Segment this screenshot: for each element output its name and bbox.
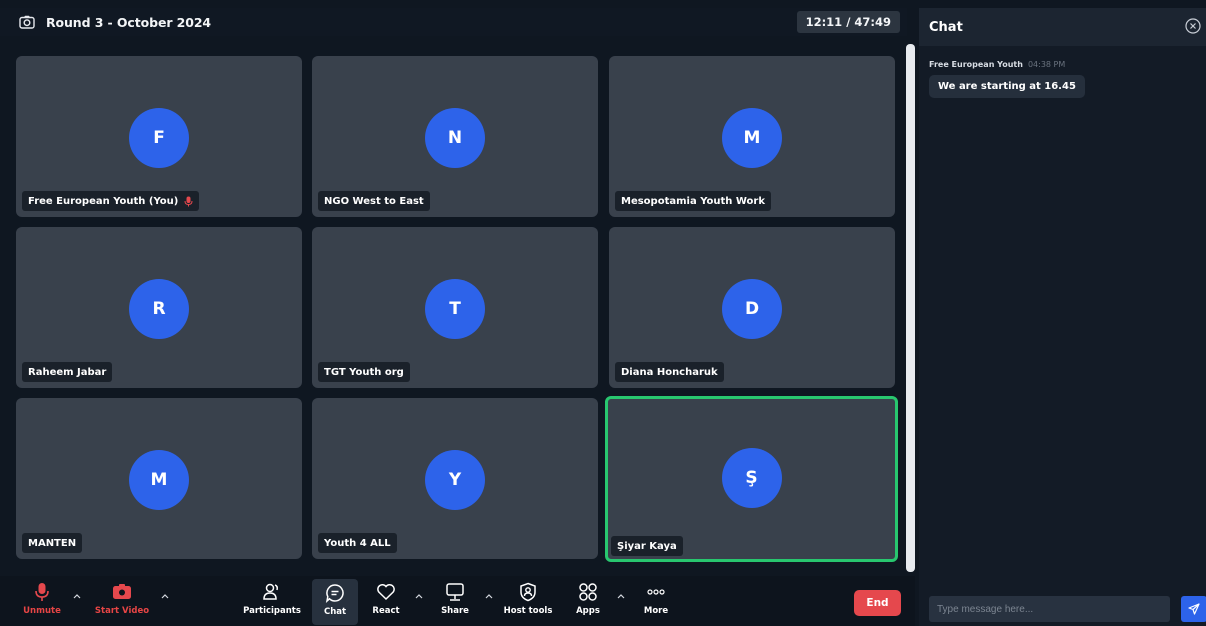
chat-message-meta: Free European Youth 04:38 PM xyxy=(929,60,1085,69)
participant-name: Youth 4 ALL xyxy=(324,537,391,549)
more-button[interactable]: More xyxy=(638,580,674,624)
share-screen-icon xyxy=(446,583,464,601)
meeting-timer: 12:11 / 47:49 xyxy=(796,11,900,33)
participants-icon xyxy=(263,583,278,600)
participant-avatar: T xyxy=(425,279,485,339)
react-button[interactable]: React xyxy=(368,580,404,624)
chat-button[interactable]: Chat xyxy=(312,579,358,625)
chat-title: Chat xyxy=(929,19,963,35)
chat-composer xyxy=(929,596,1206,622)
end-meeting-button[interactable]: End xyxy=(854,590,901,616)
participants-label: Participants xyxy=(243,606,301,616)
participant-tile[interactable]: N NGO West to East xyxy=(312,56,598,217)
participant-name: Şiyar Kaya xyxy=(617,540,677,552)
participant-tile[interactable]: D Diana Honcharuk xyxy=(609,227,895,388)
participant-name: MANTEN xyxy=(28,537,77,549)
chat-message-input[interactable] xyxy=(929,596,1170,622)
meeting-toolbar: Unmute Start Video Participants Chat Rea… xyxy=(0,576,915,626)
share-options-chevron-up-icon[interactable] xyxy=(484,591,494,601)
participant-tile[interactable]: M Mesopotamia Youth Work xyxy=(609,56,895,217)
more-dots-icon xyxy=(647,589,665,595)
chat-message-sender: Free European Youth xyxy=(929,60,1023,69)
participants-button[interactable]: Participants xyxy=(243,580,301,624)
meeting-window: Round 3 - October 2024 12:11 / 47:49 F F… xyxy=(0,0,1206,626)
chat-icon xyxy=(325,584,344,603)
participant-tile[interactable]: M MANTEN xyxy=(16,398,302,559)
participant-name: Mesopotamia Youth Work xyxy=(621,195,766,207)
share-button[interactable]: Share xyxy=(436,580,474,624)
participant-name-tag: Youth 4 ALL xyxy=(318,533,397,553)
muted-mic-icon xyxy=(184,196,193,206)
camera-icon[interactable] xyxy=(19,14,35,30)
video-grid: F Free European Youth (You) N NGO West t… xyxy=(16,56,898,562)
participant-avatar: Y xyxy=(425,450,485,510)
apps-options-chevron-up-icon[interactable] xyxy=(616,591,626,601)
apps-grid-icon xyxy=(579,583,597,601)
participant-tile[interactable]: F Free European Youth (You) xyxy=(16,56,302,217)
meeting-top-bar: Round 3 - October 2024 12:11 / 47:49 xyxy=(0,8,907,36)
audio-options-chevron-up-icon[interactable] xyxy=(72,591,82,601)
participant-name-tag: Raheem Jabar xyxy=(22,362,113,382)
participant-name-tag: Mesopotamia Youth Work xyxy=(615,191,772,211)
send-button[interactable] xyxy=(1181,596,1206,622)
share-label: Share xyxy=(441,606,469,616)
participant-avatar: N xyxy=(425,108,485,168)
video-grid-scrollbar[interactable] xyxy=(906,44,915,572)
video-options-chevron-up-icon[interactable] xyxy=(160,591,170,601)
start-video-label: Start Video xyxy=(94,606,150,616)
chat-panel: Chat Free European Youth 04:38 PM We are… xyxy=(919,8,1206,626)
start-video-button[interactable]: Start Video xyxy=(94,580,150,624)
chat-header: Chat xyxy=(919,8,1206,46)
participant-tile[interactable]: R Raheem Jabar xyxy=(16,227,302,388)
send-icon xyxy=(1188,603,1200,615)
more-label: More xyxy=(643,606,669,616)
unmute-label: Unmute xyxy=(23,606,61,616)
chat-message-text: We are starting at 16.45 xyxy=(929,75,1085,98)
host-tools-label: Host tools xyxy=(503,606,553,616)
chat-message-time: 04:38 PM xyxy=(1027,60,1066,69)
participant-name: Raheem Jabar xyxy=(28,366,107,378)
participant-name-tag: Free European Youth (You) xyxy=(22,191,200,211)
close-icon[interactable] xyxy=(1185,18,1201,34)
participant-avatar: F xyxy=(129,108,189,168)
shield-user-icon xyxy=(520,582,536,602)
participant-avatar: R xyxy=(129,279,189,339)
muted-mic-icon xyxy=(35,583,49,601)
unmute-button[interactable]: Unmute xyxy=(22,580,62,624)
participant-name-tag: NGO West to East xyxy=(318,191,430,211)
participant-name: NGO West to East xyxy=(324,195,424,207)
participant-tile[interactable]: Y Youth 4 ALL xyxy=(312,398,598,559)
participant-name-tag: MANTEN xyxy=(22,533,83,553)
participant-avatar: Ş xyxy=(721,448,782,508)
participant-avatar: D xyxy=(722,279,782,339)
camera-off-icon xyxy=(113,584,131,599)
participant-tile[interactable]: T TGT Youth org xyxy=(312,227,598,388)
participant-avatar: M xyxy=(129,450,189,510)
participant-avatar: M xyxy=(722,108,782,168)
react-options-chevron-up-icon[interactable] xyxy=(414,591,424,601)
chat-message: Free European Youth 04:38 PM We are star… xyxy=(929,60,1085,98)
participant-name-tag: Diana Honcharuk xyxy=(615,362,724,382)
participant-name-tag: Şiyar Kaya xyxy=(611,536,683,556)
participant-name: Free European Youth (You) xyxy=(28,195,179,207)
meeting-title: Round 3 - October 2024 xyxy=(46,14,212,30)
host-tools-button[interactable]: Host tools xyxy=(504,580,552,624)
heart-icon xyxy=(377,584,395,601)
apps-label: Apps xyxy=(576,606,600,616)
chat-label: Chat xyxy=(323,607,347,617)
participant-name: Diana Honcharuk xyxy=(621,366,718,378)
participant-name: TGT Youth org xyxy=(324,366,404,378)
active-speaker-tile[interactable]: Ş Şiyar Kaya xyxy=(605,396,898,562)
participant-name-tag: TGT Youth org xyxy=(318,362,410,382)
react-label: React xyxy=(372,606,400,616)
apps-button[interactable]: Apps xyxy=(570,580,606,624)
